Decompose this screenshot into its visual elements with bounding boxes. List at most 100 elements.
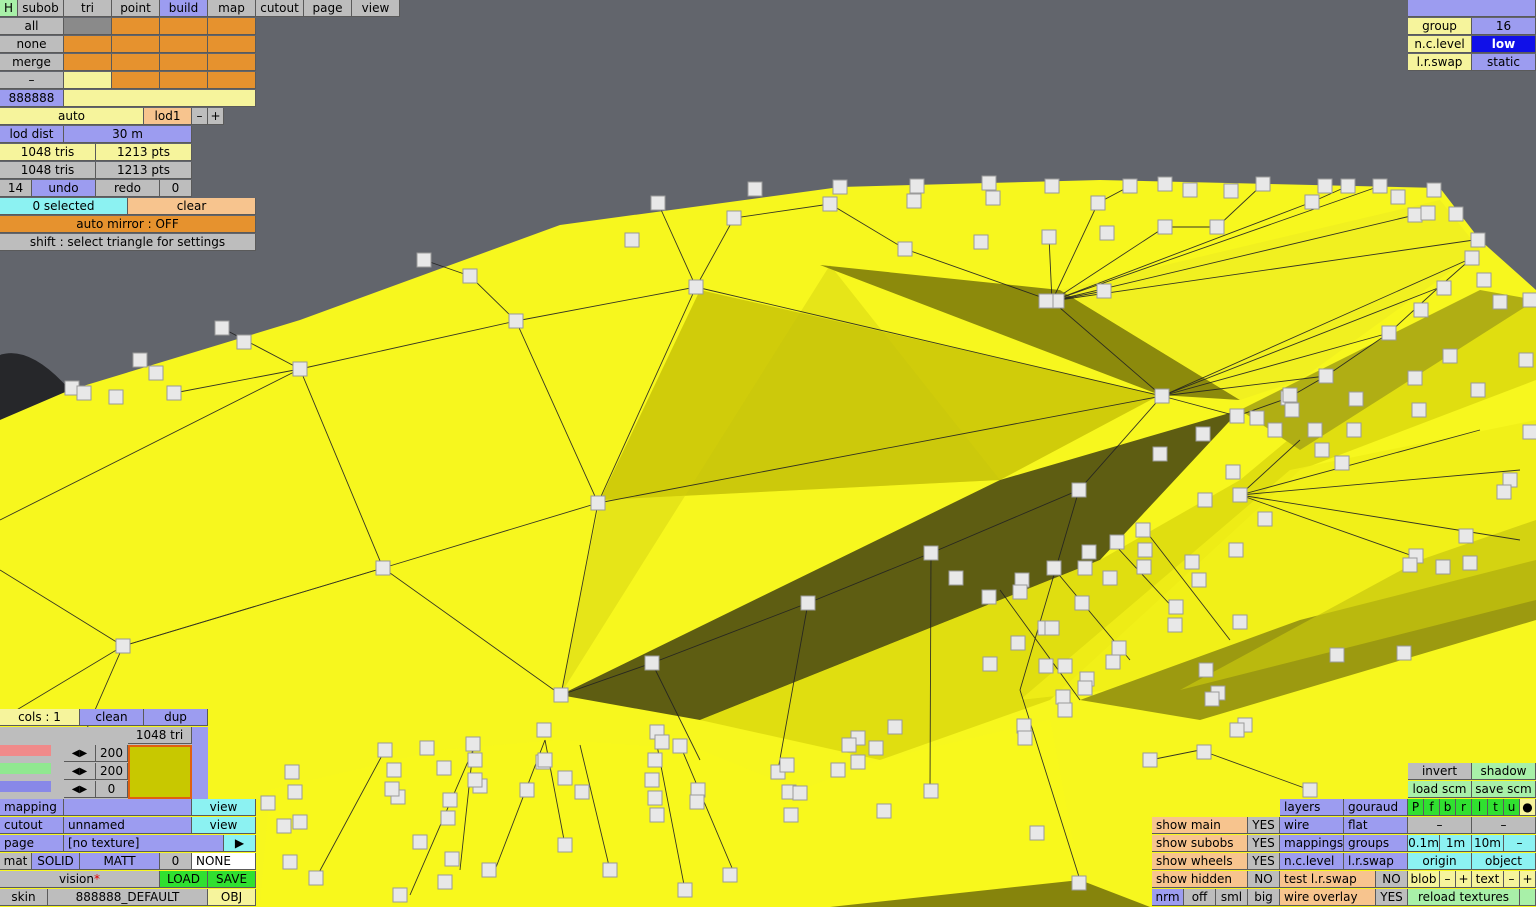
vertex-handle[interactable]: [1111, 640, 1127, 656]
vertex-handle[interactable]: [906, 193, 922, 209]
vertex-handle[interactable]: [973, 234, 989, 250]
vertex-handle[interactable]: [1109, 534, 1125, 550]
vertex-handle[interactable]: [1012, 584, 1028, 600]
vertex-handle[interactable]: [649, 807, 665, 823]
vertex-handle[interactable]: [1407, 370, 1423, 386]
vertex-handle[interactable]: [1318, 368, 1334, 384]
vertex-handle[interactable]: [1044, 620, 1060, 636]
vertex-handle[interactable]: [1346, 422, 1362, 438]
text-plus-button[interactable]: +: [1520, 871, 1536, 888]
lr-swap-value[interactable]: static: [1472, 54, 1536, 71]
vertex-handle[interactable]: [1282, 387, 1298, 403]
vertex-handle[interactable]: [1099, 225, 1115, 241]
swatch-orange[interactable]: [160, 54, 208, 71]
vertex-handle[interactable]: [1017, 730, 1033, 746]
vertex-handle[interactable]: [830, 762, 846, 778]
vertex-handle[interactable]: [647, 752, 663, 768]
vertex-handle[interactable]: [1458, 528, 1474, 544]
vertex-handle[interactable]: [465, 736, 481, 752]
swatch-gray[interactable]: [64, 18, 112, 35]
red-value[interactable]: 200: [96, 745, 128, 762]
wire-overlay-toggle[interactable]: YES: [1376, 889, 1408, 906]
vertex-handle[interactable]: [557, 837, 573, 853]
vertex-handle[interactable]: [1249, 410, 1265, 426]
auto-mirror-toggle[interactable]: auto mirror : OFF: [0, 216, 256, 233]
vertex-handle[interactable]: [1436, 280, 1452, 296]
vertex-handle[interactable]: [1102, 570, 1118, 586]
material-color-swatch[interactable]: [128, 745, 192, 799]
vertex-handle[interactable]: [1426, 182, 1442, 198]
redo-button[interactable]: redo: [96, 180, 160, 197]
tab-build[interactable]: build: [160, 0, 208, 17]
vertex-handle[interactable]: [779, 757, 795, 773]
vertex-handle[interactable]: [982, 656, 998, 672]
vertex-handle[interactable]: [1518, 352, 1534, 368]
vertex-handle[interactable]: [1204, 691, 1220, 707]
view-big-button[interactable]: big: [1248, 889, 1280, 906]
flag-p[interactable]: P: [1408, 799, 1424, 816]
vertex-handle[interactable]: [1232, 614, 1248, 630]
vertex-handle[interactable]: [1055, 689, 1071, 705]
vertex-handle[interactable]: [1152, 446, 1168, 462]
vertex-handle[interactable]: [557, 770, 573, 786]
vertex-handle[interactable]: [822, 196, 838, 212]
vertex-handle[interactable]: [1329, 647, 1345, 663]
mapping-view-button[interactable]: view: [192, 799, 256, 816]
flag-f[interactable]: f: [1424, 799, 1440, 816]
undo-button[interactable]: undo: [32, 180, 96, 197]
vertex-handle[interactable]: [481, 862, 497, 878]
save-scm-button[interactable]: save scm: [1472, 781, 1536, 798]
vertex-handle[interactable]: [644, 772, 660, 788]
vertex-handle[interactable]: [650, 195, 666, 211]
vertex-handle[interactable]: [115, 638, 131, 654]
reload-extra-button[interactable]: [1520, 889, 1536, 906]
mappings-button[interactable]: mappings: [1280, 835, 1344, 852]
vertex-handle[interactable]: [236, 334, 252, 350]
vertex-handle[interactable]: [1229, 408, 1245, 424]
vertex-handle[interactable]: [654, 734, 670, 750]
vertex-handle[interactable]: [1225, 464, 1241, 480]
vertex-handle[interactable]: [392, 887, 408, 903]
vertex-handle[interactable]: [688, 279, 704, 295]
vertex-handle[interactable]: [868, 740, 884, 756]
swatch-orange[interactable]: [208, 72, 256, 89]
groups-button[interactable]: groups: [1344, 835, 1408, 852]
merge-button[interactable]: merge: [0, 54, 64, 71]
vertex-handle[interactable]: [148, 365, 164, 381]
vertex-handle[interactable]: [508, 313, 524, 329]
vertex-handle[interactable]: [850, 754, 866, 770]
vertex-handle[interactable]: [602, 862, 618, 878]
vertex-handle[interactable]: [1307, 422, 1323, 438]
vertex-handle[interactable]: [1435, 559, 1451, 575]
flag-l[interactable]: l: [1472, 799, 1488, 816]
vertex-handle[interactable]: [1209, 219, 1225, 235]
vision-load-button[interactable]: LOAD: [160, 871, 208, 888]
shadow-button[interactable]: shadow: [1472, 763, 1536, 780]
swatch-orange[interactable]: [64, 36, 112, 53]
mat-matt-button[interactable]: MATT: [80, 853, 160, 870]
vertex-handle[interactable]: [1057, 658, 1073, 674]
lr-swap-button[interactable]: l.r.swap: [1344, 853, 1408, 870]
swatch-orange[interactable]: [112, 18, 160, 35]
swatch-orange[interactable]: [160, 72, 208, 89]
reload-textures-button[interactable]: reload textures: [1408, 889, 1520, 906]
vertex-handle[interactable]: [689, 794, 705, 810]
3d-viewport[interactable]: [0, 0, 1536, 907]
origin-button[interactable]: origin: [1408, 853, 1472, 870]
vertex-handle[interactable]: [1029, 825, 1045, 841]
vertex-handle[interactable]: [1448, 206, 1464, 222]
show-subobs-toggle[interactable]: YES: [1248, 835, 1280, 852]
vertex-handle[interactable]: [467, 752, 483, 768]
vertex-handle[interactable]: [1090, 195, 1106, 211]
swatch-orange[interactable]: [64, 54, 112, 71]
view-sml-button[interactable]: sml: [1216, 889, 1248, 906]
vertex-handle[interactable]: [590, 495, 606, 511]
lod-plus-button[interactable]: +: [208, 108, 224, 125]
vertex-handle[interactable]: [519, 782, 535, 798]
vertex-handle[interactable]: [1154, 388, 1170, 404]
load-scm-button[interactable]: load scm: [1408, 781, 1472, 798]
vertex-handle[interactable]: [1304, 194, 1320, 210]
vertex-handle[interactable]: [1381, 325, 1397, 341]
blue-value[interactable]: 0: [96, 781, 128, 798]
vertex-handle[interactable]: [981, 175, 997, 191]
